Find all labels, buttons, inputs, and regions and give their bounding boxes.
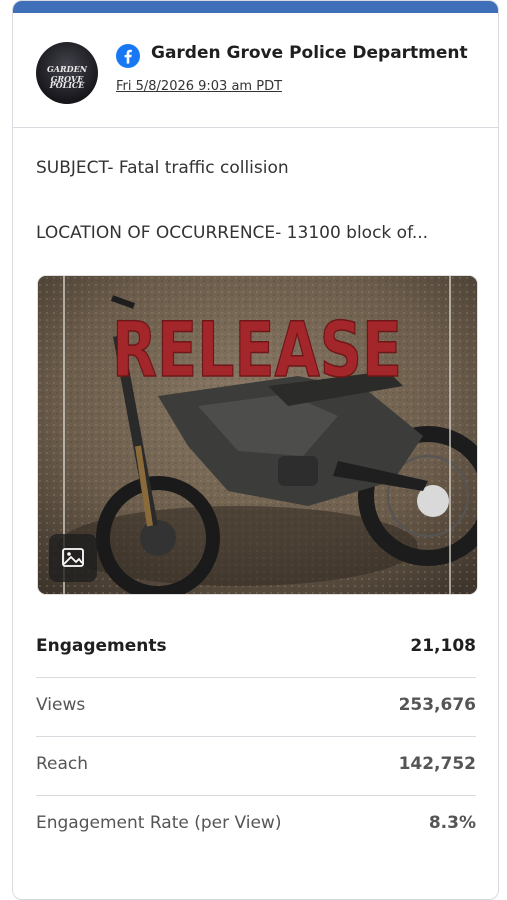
stat-views: Views 253,676 — [36, 678, 476, 737]
stat-value: 21,108 — [410, 636, 476, 656]
stat-label: Reach — [36, 754, 89, 774]
accent-bar — [13, 1, 498, 13]
stat-value: 253,676 — [398, 695, 476, 715]
image-type-badge — [49, 534, 97, 582]
image-icon — [62, 548, 84, 567]
stat-label: Views — [36, 695, 86, 715]
post-header: GARDEN GROVE POLICE Garden Grove Police … — [13, 13, 498, 128]
post-image[interactable]: RELEASE — [37, 275, 478, 595]
post-message-line-2: LOCATION OF OCCURRENCE- 13100 block of..… — [36, 223, 429, 243]
stat-reach: Reach 142,752 — [36, 737, 476, 796]
post-card: GARDEN GROVE POLICE Garden Grove Police … — [12, 0, 499, 900]
post-message-line-1: SUBJECT- Fatal traffic collision — [36, 158, 289, 178]
stat-value: 142,752 — [398, 754, 476, 774]
facebook-icon — [116, 44, 140, 68]
release-overlay-text: RELEASE — [112, 305, 402, 394]
motorcycle-photo: RELEASE — [38, 276, 477, 594]
page-name[interactable]: Garden Grove Police Department — [151, 43, 468, 63]
post-timestamp-link[interactable]: Fri 5/8/2026 9:03 am PDT — [116, 79, 282, 94]
stat-value: 8.3% — [428, 813, 476, 833]
avatar-text-bottom: POLICE — [49, 80, 85, 90]
stat-label: Engagements — [36, 636, 167, 656]
stat-engagement-rate: Engagement Rate (per View) 8.3% — [36, 796, 476, 854]
stat-engagements: Engagements 21,108 — [36, 619, 476, 678]
avatar[interactable]: GARDEN GROVE POLICE — [36, 42, 98, 104]
stat-label: Engagement Rate (per View) — [36, 813, 282, 833]
